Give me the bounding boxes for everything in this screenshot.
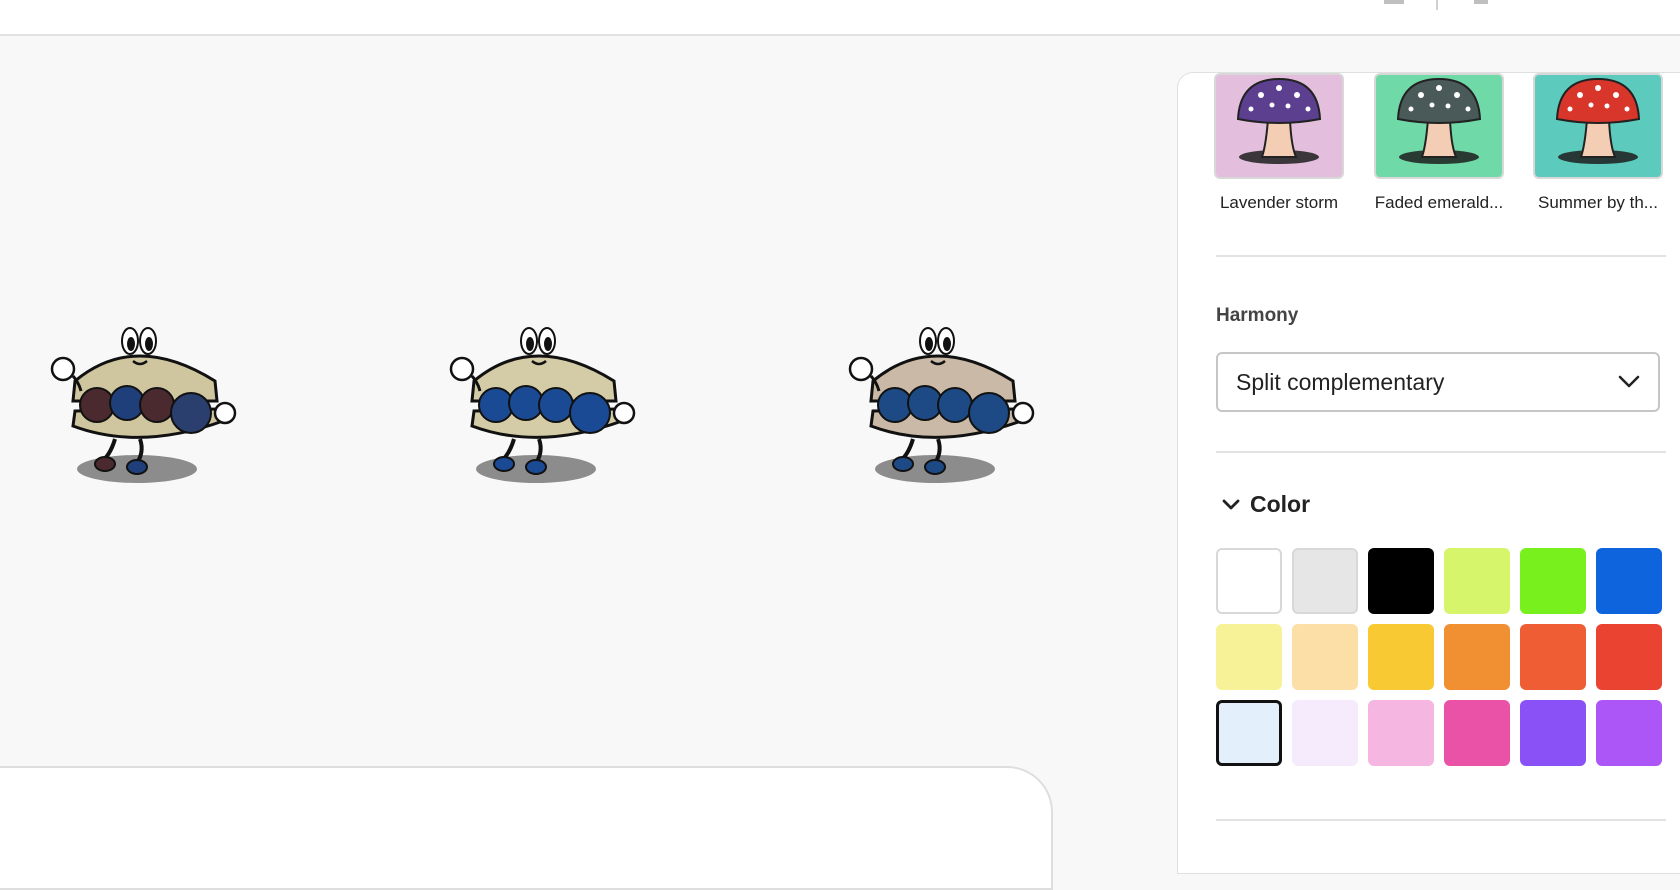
harmony-label: Harmony bbox=[1216, 305, 1299, 326]
swatch-red-orange[interactable] bbox=[1520, 624, 1586, 690]
color-swatch-grid bbox=[1216, 548, 1662, 766]
properties-panel: Lavender storm Faded emerald... Summer b… bbox=[1177, 72, 1680, 874]
style-card-summer[interactable]: Summer by th... bbox=[1528, 73, 1668, 213]
swatch-white[interactable] bbox=[1216, 548, 1282, 614]
divider bbox=[1216, 819, 1666, 821]
style-label: Lavender storm bbox=[1219, 193, 1339, 212]
swatch-lime[interactable] bbox=[1444, 548, 1510, 614]
mushroom-illustration bbox=[1236, 77, 1322, 164]
sandwich-character bbox=[848, 327, 1035, 483]
swatch-green[interactable] bbox=[1520, 548, 1586, 614]
variant-3[interactable] bbox=[843, 321, 1043, 491]
variant-1[interactable] bbox=[45, 321, 245, 491]
divider bbox=[1216, 451, 1666, 453]
style-thumbnail bbox=[1374, 73, 1504, 179]
swatch-orange[interactable] bbox=[1444, 624, 1510, 690]
swatch-light-yellow[interactable] bbox=[1216, 624, 1282, 690]
style-thumbnail bbox=[1533, 73, 1663, 179]
toolbar-icon[interactable] bbox=[1384, 0, 1404, 4]
harmony-value: Split complementary bbox=[1236, 368, 1445, 395]
chevron-down-icon bbox=[1618, 375, 1640, 388]
swatch-yellow[interactable] bbox=[1368, 624, 1434, 690]
swatch-light-gray[interactable] bbox=[1292, 548, 1358, 614]
toolbar-separator bbox=[1436, 0, 1438, 10]
sandwich-character bbox=[50, 327, 237, 483]
swatch-peach[interactable] bbox=[1292, 624, 1358, 690]
style-label: Summer by th... bbox=[1538, 193, 1658, 212]
prompt-card bbox=[0, 766, 1053, 890]
harmony-dropdown[interactable]: Split complementary bbox=[1216, 352, 1660, 412]
chevron-down-icon bbox=[1222, 499, 1240, 509]
swatch-lavender-white[interactable] bbox=[1292, 700, 1358, 766]
style-label: Faded emerald... bbox=[1374, 193, 1504, 212]
swatch-magenta[interactable] bbox=[1444, 700, 1510, 766]
swatch-red[interactable] bbox=[1596, 624, 1662, 690]
color-label: Color bbox=[1250, 491, 1311, 517]
color-section-toggle[interactable]: Color bbox=[1222, 491, 1310, 518]
canvas bbox=[0, 36, 1160, 840]
sandwich-character bbox=[449, 327, 636, 483]
swatch-purple[interactable] bbox=[1596, 700, 1662, 766]
toolbar-icon[interactable] bbox=[1474, 0, 1488, 4]
top-bar bbox=[0, 0, 1680, 36]
variant-2[interactable] bbox=[444, 321, 644, 491]
divider bbox=[1216, 255, 1666, 257]
swatch-pink[interactable] bbox=[1368, 700, 1434, 766]
mushroom-illustration bbox=[1555, 77, 1641, 164]
swatch-ice-blue[interactable] bbox=[1216, 700, 1282, 766]
style-thumbnail bbox=[1214, 73, 1344, 179]
swatch-violet[interactable] bbox=[1520, 700, 1586, 766]
style-card-faded-emerald[interactable]: Faded emerald... bbox=[1369, 73, 1509, 213]
style-card-lavender-storm[interactable]: Lavender storm bbox=[1209, 73, 1349, 213]
swatch-blue[interactable] bbox=[1596, 548, 1662, 614]
mushroom-illustration bbox=[1396, 77, 1482, 164]
swatch-black[interactable] bbox=[1368, 548, 1434, 614]
